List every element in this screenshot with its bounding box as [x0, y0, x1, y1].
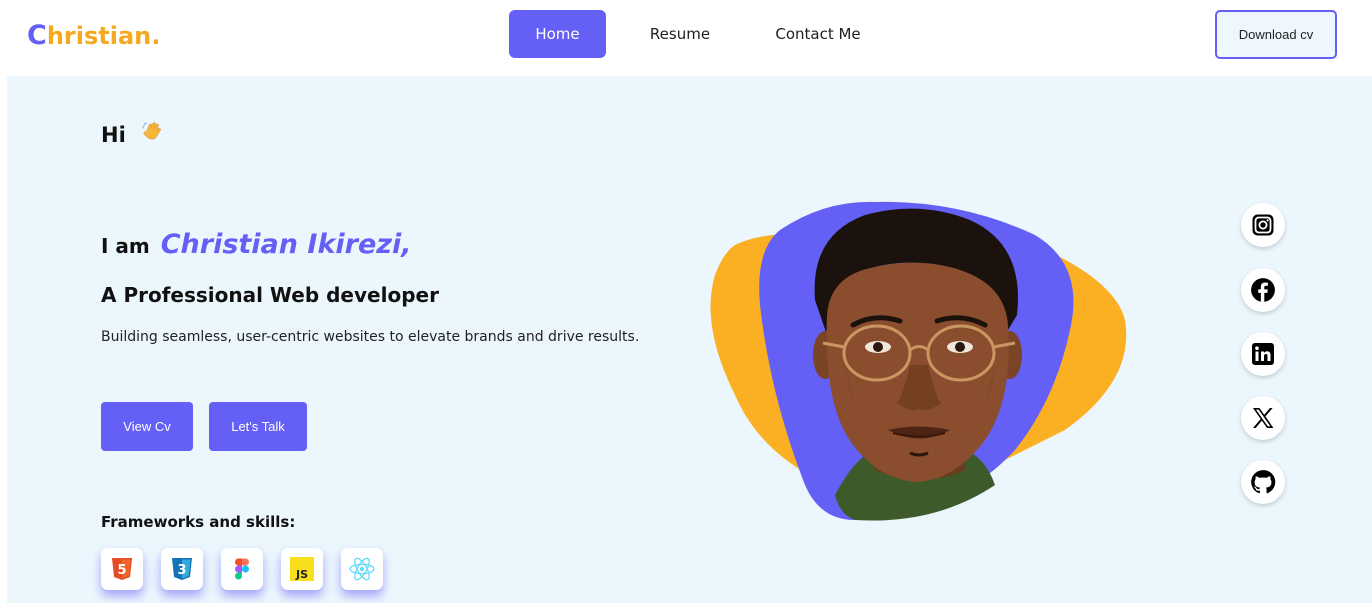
skill-react — [341, 548, 383, 590]
skill-javascript: JS — [281, 548, 323, 590]
intro-heading: I am Christian Ikirezi, — [101, 229, 412, 260]
x-link[interactable] — [1241, 396, 1285, 440]
css3-glyph: 3 — [177, 563, 186, 578]
portrait-illustration — [710, 201, 1127, 521]
greeting-text: Hi — [101, 123, 126, 147]
intro-prefix: I am — [101, 234, 150, 258]
waving-hand-icon — [141, 120, 163, 147]
css3-icon: 3 — [172, 558, 192, 580]
javascript-icon: JS — [290, 557, 314, 581]
facebook-icon — [1251, 278, 1275, 302]
greeting: Hi — [101, 120, 163, 147]
logo[interactable]: Christian. — [27, 20, 160, 51]
react-icon — [349, 557, 375, 581]
instagram-icon — [1252, 214, 1274, 236]
javascript-glyph: JS — [295, 568, 308, 581]
lets-talk-button[interactable]: Let's Talk — [209, 402, 307, 451]
linkedin-link[interactable] — [1241, 332, 1285, 376]
linkedin-icon — [1252, 343, 1274, 365]
skill-figma — [221, 548, 263, 590]
skill-html5: 5 — [101, 548, 143, 590]
developer-name: Christian Ikirezi, — [160, 229, 412, 260]
nav-resume-link[interactable]: Resume — [640, 10, 720, 58]
role-heading: A Professional Web developer — [101, 283, 439, 307]
figma-icon — [235, 558, 249, 580]
logo-rest: hristian. — [46, 22, 161, 50]
skill-css3: 3 — [161, 548, 203, 590]
html5-icon: 5 — [112, 558, 132, 580]
github-link[interactable] — [1241, 460, 1285, 504]
skills-title: Frameworks and skills: — [101, 513, 296, 531]
view-cv-button[interactable]: View Cv — [101, 402, 193, 451]
github-icon — [1251, 470, 1276, 494]
instagram-link[interactable] — [1241, 203, 1285, 247]
logo-initial: C — [27, 20, 47, 51]
x-icon — [1253, 408, 1274, 428]
top-navbar: Christian. Home Resume Contact Me Downlo… — [0, 0, 1372, 76]
nav-home-link[interactable]: Home — [509, 10, 606, 58]
facebook-link[interactable] — [1241, 268, 1285, 312]
html5-glyph: 5 — [117, 563, 126, 578]
nav-contact-link[interactable]: Contact Me — [762, 10, 874, 58]
hero-description: Building seamless, user-centric websites… — [101, 329, 640, 345]
download-cv-button[interactable]: Download cv — [1215, 10, 1337, 59]
